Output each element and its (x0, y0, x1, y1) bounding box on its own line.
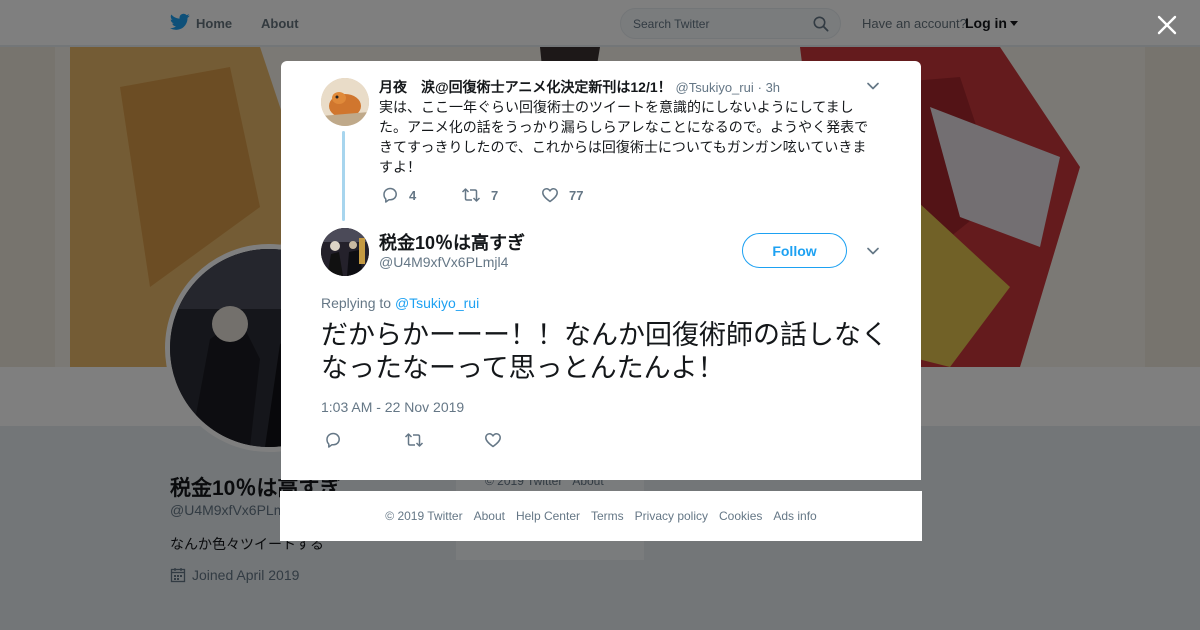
main-tweet-date[interactable]: 1:03 AM - 22 Nov 2019 (321, 399, 464, 415)
heart-icon (542, 188, 558, 203)
main-tweet-author-handle[interactable]: @U4M9xfVx6PLmjl4 (379, 254, 508, 270)
like-button[interactable] (484, 431, 564, 454)
footer-link-about[interactable]: About (474, 509, 505, 523)
parent-tweet-time[interactable]: · 3h (758, 80, 780, 95)
reply-button[interactable] (324, 431, 404, 454)
thread-line (342, 131, 345, 221)
retweet-icon (461, 188, 481, 202)
close-icon[interactable] (1155, 13, 1179, 37)
main-tweet-text: だからかーーー！！なんか回復術師の話しなくなったなーって思っとんたんよ！ (321, 320, 888, 383)
parent-tweet-author-name[interactable]: 月夜 涙@回復術士アニメ化決定新刊は12/1！ (379, 79, 672, 95)
reply-icon (383, 187, 397, 203)
footer-link-terms[interactable]: Terms (591, 509, 624, 523)
replying-prefix: Replying to (321, 295, 392, 311)
footer-link-help-center[interactable]: Help Center (516, 509, 580, 523)
chevron-down-icon[interactable] (866, 79, 880, 93)
retweet-button[interactable]: 7 (461, 186, 541, 204)
footer-link-privacy[interactable]: Privacy policy (635, 509, 708, 523)
parent-tweet-avatar[interactable] (321, 78, 369, 126)
main-tweet-actions (324, 431, 564, 454)
footer-link-ads-info[interactable]: Ads info (773, 509, 816, 523)
replying-to: Replying to @Tsukiyo_rui (321, 295, 479, 311)
retweet-count: 7 (491, 187, 499, 203)
retweet-icon (404, 433, 424, 447)
chevron-down-icon[interactable] (866, 244, 880, 258)
like-count: 77 (569, 187, 584, 203)
parent-tweet-actions: 4 7 77 (381, 186, 621, 204)
footer-link-cookies[interactable]: Cookies (719, 509, 762, 523)
parent-tweet-author-handle[interactable]: @Tsukiyo_rui (676, 80, 754, 95)
reply-button[interactable]: 4 (381, 186, 461, 204)
footer-copyright: © 2019 Twitter (385, 509, 463, 523)
like-button[interactable]: 77 (541, 186, 621, 204)
retweet-button[interactable] (404, 431, 484, 454)
replying-to-mention[interactable]: @Tsukiyo_rui (395, 295, 479, 311)
parent-tweet-text: 実は、ここ一年ぐらい回復術士のツイートを意識的にしないようにしてました。アニメ化… (379, 99, 869, 175)
reply-icon (326, 432, 340, 448)
main-tweet-author-name[interactable]: 税金10％は高すぎ (379, 229, 525, 255)
main-tweet-avatar[interactable] (321, 228, 369, 276)
tweet-permalink-modal: 月夜 涙@回復術士アニメ化決定新刊は12/1！ @Tsukiyo_rui · 3… (281, 61, 921, 480)
parent-tweet-header: 月夜 涙@回復術士アニメ化決定新刊は12/1！ @Tsukiyo_rui · 3… (379, 77, 780, 97)
follow-button[interactable]: Follow (742, 233, 847, 268)
reply-count: 4 (409, 187, 417, 203)
modal-footer: © 2019 Twitter About Help Center Terms P… (280, 491, 922, 541)
heart-icon (485, 433, 501, 448)
